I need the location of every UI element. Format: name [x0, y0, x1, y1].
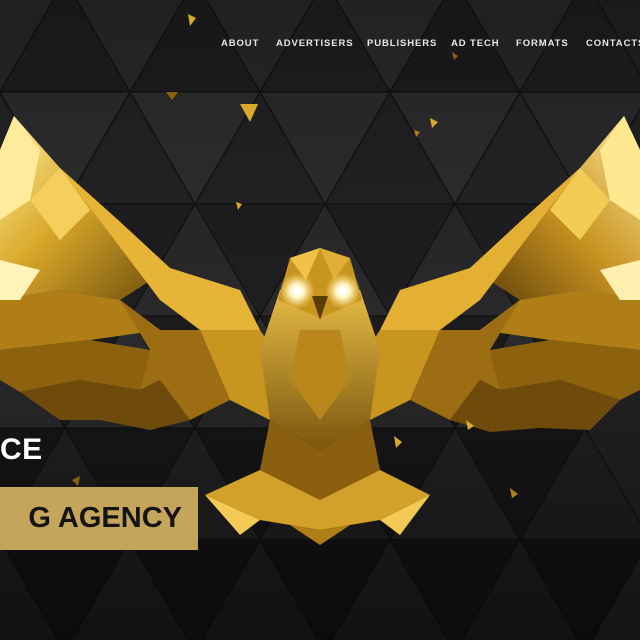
- nav-item-contacts[interactable]: CONTACTS: [586, 38, 640, 49]
- nav-item-advertisers[interactable]: ADVERTISERS: [276, 38, 353, 49]
- nav-item-formats[interactable]: FORMATS: [516, 38, 569, 49]
- owl-right-wing: [360, 116, 640, 432]
- owl-left-wing: [0, 116, 280, 430]
- nav-item-about[interactable]: ABOUT: [221, 38, 259, 49]
- hero-headline-line-2: G AGENCY: [28, 502, 182, 534]
- main-navigation: ABOUT ADVERTISERS PUBLISHERS AD TECH FOR…: [0, 38, 640, 54]
- nav-item-ad-tech[interactable]: AD TECH: [451, 38, 500, 49]
- nav-item-publishers[interactable]: PUBLISHERS: [367, 38, 437, 49]
- hero-headline-line-1: CE: [0, 433, 43, 466]
- owl-body: [260, 290, 380, 500]
